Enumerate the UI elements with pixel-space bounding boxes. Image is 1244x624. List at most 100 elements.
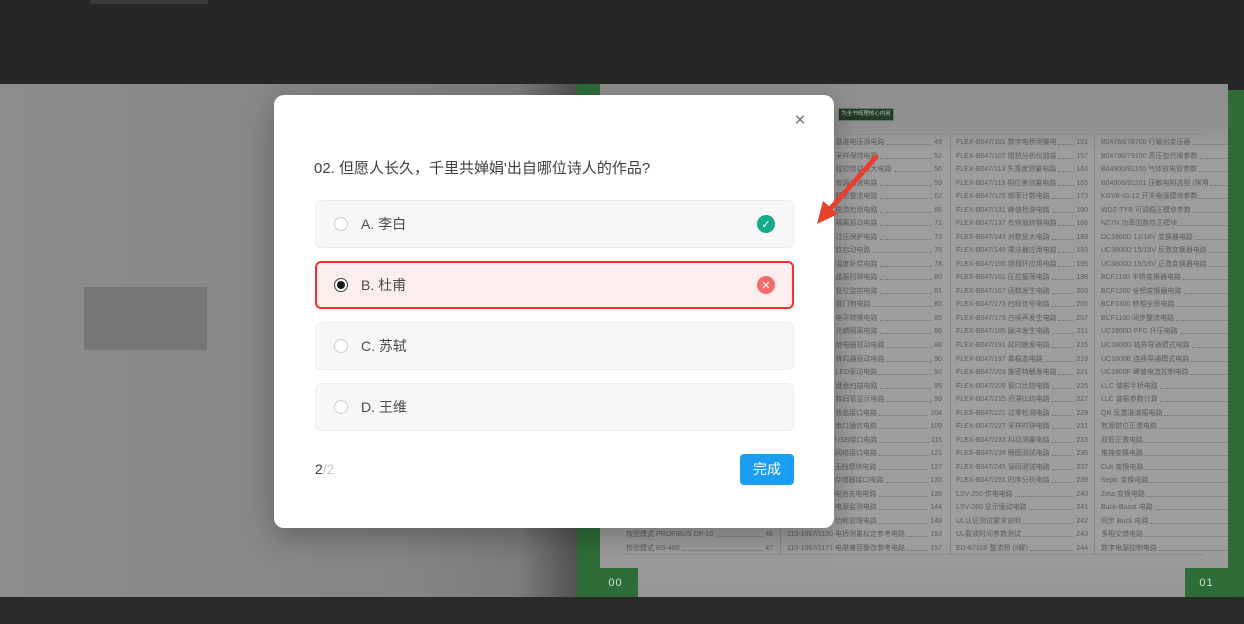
top-accent-strip <box>90 0 208 4</box>
radio-icon[interactable] <box>334 339 348 353</box>
toc-entry-page: 215 <box>1076 341 1088 350</box>
toc-entry-title: FLEX-B047/113 失真度测量电路 <box>956 165 1056 174</box>
toc-dotted-leader <box>1052 428 1075 429</box>
toc-entry-title: 校验模式 RS-485 <box>626 544 680 553</box>
toc-entry-title: 数字电源控制电路 <box>1101 544 1157 553</box>
answer-option[interactable]: D. 王维 <box>315 383 794 431</box>
toc-entry: FLEX-B047/125 频率计数电路 173 <box>956 192 1088 201</box>
toc-entry: BCF1100 同步整流电路 316 <box>1101 314 1242 323</box>
wrong-icon: ✕ <box>757 276 775 294</box>
toc-dotted-leader <box>1193 212 1228 213</box>
toc-entry: FLEX-B047/173 扫频信号电路 205 <box>956 300 1088 309</box>
toc-entry-page: 237 <box>1076 463 1088 472</box>
toc-entry-page: 99 <box>934 395 942 404</box>
toc-entry: 有源钳位正激电路 347 <box>1101 422 1242 431</box>
answer-option[interactable]: C. 苏轼 <box>315 322 794 370</box>
toc-dotted-leader <box>880 185 933 186</box>
toc-dotted-leader <box>879 428 928 429</box>
toc-entry-page: 189 <box>1076 233 1088 242</box>
toc-entry-page: 151 <box>1076 138 1088 147</box>
toc-entry-page: 86 <box>934 327 942 336</box>
toc-dotted-leader <box>880 293 933 294</box>
toc-entry: UC3800D 15/18V 正激变换器电路 296 <box>1101 260 1242 269</box>
toc-dotted-leader <box>1191 374 1228 375</box>
toc-dotted-leader <box>1195 239 1228 240</box>
toc-dotted-leader <box>1058 185 1074 186</box>
toc-entry-page: 90 <box>934 355 942 364</box>
toc-entry-title: LSV-250 供电电路 <box>956 490 1013 499</box>
toc-entry-page: 157 <box>930 544 942 553</box>
toc-entry: 同步 Buck 电路 370 <box>1101 517 1242 526</box>
toc-dotted-leader <box>1058 320 1074 321</box>
answer-option[interactable]: B. 杜甫 ✕ <box>315 261 794 309</box>
toc-dotted-leader <box>1058 171 1074 172</box>
toc-dotted-leader <box>880 333 933 334</box>
toc-dotted-leader <box>879 523 928 524</box>
toc-entry: DC1800D 12/18V 变换器电路 288 <box>1101 233 1242 242</box>
toc-dotted-leader <box>1150 523 1228 524</box>
toc-entry-title: FLEX-B047/119 相位差测量电路 <box>956 179 1056 188</box>
toc-entry-page: 76 <box>934 246 942 255</box>
toc-dotted-leader <box>880 388 933 389</box>
toc-dotted-leader <box>1177 306 1229 307</box>
toc-entry: ED-67100 整流桥 (9脚) 244 <box>956 544 1088 553</box>
toc-entry-title: Sepic 变换电路 <box>1101 476 1148 485</box>
toc-entry-page: 198 <box>1076 273 1088 282</box>
toc-entry-title: BCF1100 半桥变换器电路 <box>1101 273 1181 282</box>
radio-icon[interactable] <box>334 400 348 414</box>
toc-entry-page: 109 <box>930 422 942 431</box>
toc-entry-title: UC1800E 连续导通模式电路 <box>1101 355 1189 364</box>
radio-icon[interactable] <box>334 278 348 292</box>
toc-entry-title: FLEX-B047/185 脉冲发生电路 <box>956 327 1050 336</box>
toc-entry-page: 92 <box>934 368 942 377</box>
toc-dotted-leader <box>1023 536 1074 537</box>
toc-dotted-leader <box>887 361 933 362</box>
finish-button[interactable]: 完成 <box>740 454 794 485</box>
toc-dotted-leader <box>1199 171 1228 172</box>
toc-entry: Sepic 变换电路 361 <box>1101 476 1242 485</box>
toc-column: B04766/78700 行输出变压器 250 B04790/79100 高压包… <box>1101 138 1242 553</box>
toc-entry: FLEX-B047/143 对数放大电路 189 <box>956 233 1088 242</box>
toc-entry-title: 双管正激电路 <box>1101 436 1143 445</box>
toc-entry-page: 157 <box>1076 152 1088 161</box>
toc-entry-title: KGV8-IG-12 开关电源模块参数 <box>1101 192 1197 201</box>
toc-entry: FLEX-B047/167 函数发生电路 203 <box>956 287 1088 296</box>
toc-dotted-leader <box>1159 550 1228 551</box>
toc-entry: Cuk 变换电路 358 <box>1101 463 1242 472</box>
toc-dotted-leader <box>1052 469 1075 470</box>
toc-dotted-leader <box>880 279 933 280</box>
toc-entry-title: FLEX-B047/179 白噪声发生电路 <box>956 314 1056 323</box>
toc-dotted-leader <box>1052 415 1075 416</box>
toc-entry-title: FLEX-B047/245 误码测试电路 <box>956 463 1050 472</box>
toc-entry: 数字电源控制电路 374 <box>1101 544 1242 553</box>
toc-entry: FLEX-B047/239 眼图测试电路 235 <box>956 449 1088 458</box>
toc-dotted-leader <box>1200 158 1229 159</box>
toc-entry: FLEX-B047/161 压控振荡电路 198 <box>956 273 1088 282</box>
toc-entry-title: ED-67100 整流桥 (9脚) <box>956 544 1028 553</box>
toc-entry-page: 81 <box>934 287 942 296</box>
toc-entry-page: 239 <box>1076 476 1088 485</box>
toc-entry: FLEX-B047/107 阻抗分析仪前端电路 157 <box>956 152 1088 161</box>
radio-icon[interactable] <box>334 217 348 231</box>
toc-dotted-leader <box>1029 509 1075 510</box>
toc-dotted-leader <box>1184 293 1229 294</box>
toc-dotted-leader <box>880 320 933 321</box>
answer-option[interactable]: A. 李白 ✓ <box>315 200 794 248</box>
toc-dotted-leader <box>1058 266 1074 267</box>
toc-entry-page: 52 <box>934 152 942 161</box>
toc-entry-title: 多相交错电路 <box>1101 530 1143 539</box>
close-icon[interactable]: × <box>790 111 810 131</box>
toc-entry: UL认证测试要求说明 242 <box>956 517 1088 526</box>
toc-entry-page: 242 <box>1076 517 1088 526</box>
toc-entry-page: 241 <box>1076 503 1088 512</box>
toc-entry-page: 66 <box>934 206 942 215</box>
toc-dotted-leader <box>1023 523 1074 524</box>
toc-entry-title: FLEX-B047/173 扫频信号电路 <box>956 300 1050 309</box>
toc-entry-title: UL认证测试要求说明 <box>956 517 1021 526</box>
toc-dotted-leader <box>1052 388 1075 389</box>
toc-entry: 110-1067/1171 电磁兼容整改参考电路 157 <box>787 544 942 553</box>
toc-entry: B04906/91201 压敏电阻选型 (常用) 270 <box>1101 179 1242 188</box>
toc-entry: 推挽变换电路 354 <box>1101 449 1242 458</box>
toc-dotted-leader <box>1058 225 1074 226</box>
toc-entry-page: 207 <box>1076 314 1088 323</box>
